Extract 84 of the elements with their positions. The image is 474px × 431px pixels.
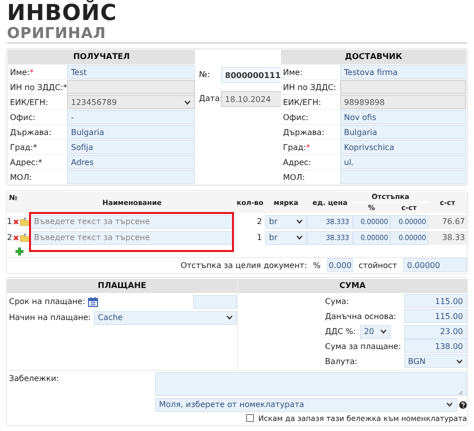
select-field[interactable]: Cache [94, 310, 237, 324]
input-field[interactable]: Nov ofis [340, 110, 466, 124]
notes-field[interactable] [155, 372, 467, 396]
section-heading: ПОЛУЧАТЕЛ [8, 50, 195, 64]
document-status: ОРИГИНАЛ [7, 25, 106, 41]
field-label: Име: [282, 66, 304, 78]
input-field[interactable]: Koprivschica [340, 140, 466, 154]
input-field[interactable]: 0.00000 [403, 258, 467, 272]
input-field[interactable]: 115.00 [404, 294, 467, 308]
field-label: МОЛ: [282, 172, 306, 184]
caret-icon [380, 329, 387, 334]
field-label: Сума: [324, 296, 350, 308]
field-label: Държава: [282, 126, 326, 139]
row-number: 2 [7, 233, 12, 242]
input-field[interactable]: Bulgaria [340, 125, 466, 139]
field-label: Офис: [9, 112, 36, 124]
input-field[interactable]: Test [67, 65, 195, 79]
select-field[interactable]: BGN [404, 354, 467, 368]
input-field[interactable]: 8000000111 [221, 67, 285, 83]
field-label: МОЛ: [9, 172, 33, 184]
select-field[interactable]: Моля, изберете от номеклатурата [155, 398, 457, 412]
section-heading: ПЛАЩАНЕ [7, 279, 237, 293]
caret-icon [226, 315, 233, 320]
field-label: Адрес: [282, 156, 312, 169]
folder-icon[interactable] [20, 217, 30, 226]
field-label: Държава: [9, 126, 52, 139]
input-field[interactable]: Sofija [67, 140, 195, 154]
input-field[interactable]: 115.00 [404, 309, 467, 323]
delete-icon[interactable] [13, 218, 20, 224]
input-field[interactable]: Testova firma [340, 65, 466, 79]
caret-icon [184, 100, 191, 104]
field-label: ДДС %: [324, 326, 356, 338]
field-label: Адрес:* [9, 156, 44, 169]
field-label: Дата: [198, 92, 221, 104]
section-heading: СУМА [238, 279, 467, 293]
field-label: ЕИК/ЕГН: [9, 96, 50, 108]
input-field[interactable] [340, 170, 466, 184]
field-label: Офис: [282, 112, 310, 124]
delete-icon[interactable] [13, 234, 20, 240]
input-field[interactable]: Adres [67, 155, 195, 169]
field-label: Име:* [9, 66, 35, 78]
help-icon[interactable] [459, 400, 467, 408]
field-label: Сума за плащане: [324, 340, 402, 353]
field-label: стойност [358, 260, 397, 270]
field-label: Забележки: [8, 373, 60, 385]
input-field[interactable]: Bulgaria [67, 125, 195, 139]
field-label: ИН по ЗДДС: [282, 82, 338, 94]
input-field[interactable] [67, 170, 195, 184]
caret-icon [296, 235, 303, 240]
field-label: Срок на плащане: [8, 296, 86, 308]
field-label: Град:* [9, 142, 38, 154]
field-label: Валута: [324, 356, 358, 368]
checkbox[interactable] [246, 414, 254, 422]
select-field[interactable]: br [265, 230, 307, 244]
table-cell: 76.67 [428, 214, 467, 228]
select-field[interactable]: br [265, 214, 307, 228]
row-number: 1 [7, 217, 12, 226]
field-label: % [313, 260, 321, 270]
select-field[interactable]: 20 [360, 324, 391, 338]
input-field[interactable]: ul. [340, 155, 466, 169]
calendar-icon[interactable] [88, 296, 98, 306]
input-field[interactable]: 18.10.2024 [221, 91, 285, 107]
table-cell-text: 2 [256, 216, 263, 228]
input-field[interactable]: 23.00 [404, 324, 467, 338]
field-label: Начин на плащане: [8, 312, 91, 324]
table-cell-text: 1 [256, 232, 263, 244]
caret-icon [446, 402, 453, 407]
section-heading: ДОСТАВЧИК [281, 50, 466, 64]
field-label: №: [198, 68, 212, 80]
resize-handle-icon[interactable] [458, 390, 463, 395]
input-field[interactable]: 0.000 [326, 258, 353, 272]
caret-icon [296, 219, 303, 224]
input-field[interactable]: 138.00 [404, 339, 467, 353]
add-icon[interactable] [15, 247, 24, 256]
field-label: Данъчна основа: [324, 310, 398, 322]
input-field[interactable]: - [67, 110, 195, 124]
caret-icon [456, 358, 463, 364]
table-cell: 38.33 [428, 230, 467, 244]
field-label: ЕИК/ЕГН: [282, 96, 322, 108]
input-field[interactable] [193, 294, 237, 308]
field-label: Отстъпка за целия документ: [180, 260, 308, 270]
field-label: ИН по ЗДДС:* [9, 82, 67, 94]
folder-icon[interactable] [20, 233, 30, 242]
field-label: Град:* [282, 142, 312, 154]
